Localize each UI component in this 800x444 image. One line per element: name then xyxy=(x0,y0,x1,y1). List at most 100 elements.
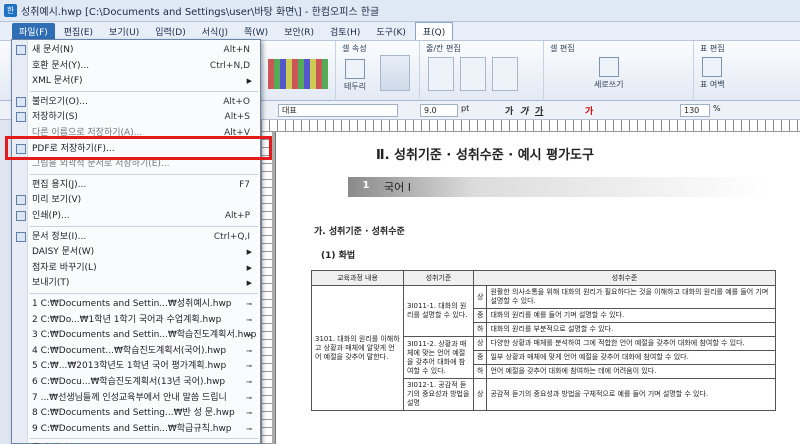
standard-cell: 3I012-1. 공감적 듣기의 중요성과 방법을 설명 xyxy=(403,378,474,411)
vertical-text-icon xyxy=(598,57,619,77)
ribbon-group-row-col: 줄/칸 편집 xyxy=(420,41,544,101)
menu-item-shortcut: Alt+P xyxy=(224,211,250,221)
pin-icon[interactable]: ⊸ xyxy=(246,405,252,421)
menu-item-label: 인쇄(P)... xyxy=(32,211,70,221)
recent-file-item[interactable]: 4 C:₩Document...₩학습진도계획서(국어).hwp ⊸ xyxy=(12,343,260,359)
pin-icon[interactable]: ⊸ xyxy=(246,374,252,390)
font-name-select[interactable]: 대표 xyxy=(278,104,398,117)
level-cell: 상 xyxy=(472,285,488,309)
file-menu-item[interactable]: 저장하기(S) Alt+S xyxy=(12,109,260,125)
insert-col-button[interactable] xyxy=(460,57,486,91)
file-menu-item[interactable]: 호환 문서(Y)... Ctrl+N,D xyxy=(12,58,260,74)
border-icon xyxy=(345,59,366,79)
recent-file-item[interactable]: 6 C:₩Docu...₩학습진도계획서(13년 국어).hwp ⊸ xyxy=(12,374,260,390)
recent-file-item[interactable]: 5 C:₩...₩2013학년도 1학년 국어 평가계획.hwp ⊸ xyxy=(12,358,260,374)
delete-row-button[interactable] xyxy=(492,57,518,91)
vertical-ruler[interactable] xyxy=(262,132,272,444)
recent-file-item[interactable]: 1 C:₩Documents and Settin...₩성취예시.hwp ⊸ xyxy=(12,296,260,312)
menu-separator xyxy=(30,90,258,92)
pin-icon[interactable]: ⊸ xyxy=(246,358,252,374)
submenu-arrow-icon: ▶ xyxy=(246,77,252,86)
ribbon-group-cell-edit: 셀 편집 세로쓰기 xyxy=(544,41,694,101)
pin-icon[interactable]: ⊸ xyxy=(246,296,252,312)
document-page[interactable]: Ⅱ. 성취기준 · 성취수준 · 예시 평가도구 1 국어 Ⅰ 가. 성취기준 … xyxy=(275,132,800,444)
table-margin-icon xyxy=(702,57,723,77)
pin-icon[interactable]: ⊸ xyxy=(246,421,252,437)
file-menu-item[interactable]: 불러오기(O)... Alt+O xyxy=(12,94,260,110)
sub-heading: 가. 성취기준 · 성취수준 xyxy=(314,227,405,237)
save-disk-icon xyxy=(16,112,26,123)
highlight-box xyxy=(5,136,272,160)
recent-file-item[interactable]: 7 ...₩선생님들께 인성교육부에서 안내 말씀 드립니 ⊸ xyxy=(12,390,260,406)
file-menu-item[interactable]: 인쇄(P)... Alt+P xyxy=(12,208,260,224)
menu-8[interactable]: 도구(K) xyxy=(369,23,413,40)
menu-9[interactable]: 표(Q) xyxy=(414,22,454,40)
section-number: 1 xyxy=(362,180,370,191)
file-menu-item[interactable]: 보내기(T) ▶ xyxy=(12,275,260,291)
level-cell: 중 xyxy=(472,308,488,323)
vertical-text-button[interactable]: 세로쓰기 xyxy=(594,57,623,90)
recent-file-item[interactable]: 3 C:₩Documents and Settin...₩학습진도계획서.hwp… xyxy=(12,327,260,343)
insert-row-button[interactable] xyxy=(428,57,454,91)
section-title: 국어 Ⅰ xyxy=(384,181,411,194)
file-menu-item[interactable]: 점자로 바꾸기(L) ▶ xyxy=(12,260,260,276)
level-text-cell: 언어 예절을 갖추어 대화에 참여하는 데에 어려움이 있다. xyxy=(486,364,776,379)
recent-file-item[interactable]: 2 C:₩Do...₩1학년 1학기 국어과 수업계획.hwp ⊸ xyxy=(12,312,260,328)
menu-item-label: 4 C:₩Document...₩학습진도계획서(국어).hwp xyxy=(32,345,227,356)
table-header: 성취수준 xyxy=(473,270,776,286)
zoom-input[interactable]: 130 xyxy=(680,104,710,117)
achievement-table[interactable]: 교육과정 내용 성취기준 성취수준 3101. 대화의 원리를 이해하고 상황과… xyxy=(311,270,776,411)
cell-fill-button[interactable] xyxy=(380,55,410,91)
file-menu-item[interactable]: XML 문서(F) ▶ xyxy=(12,73,260,89)
menu-1[interactable]: 편집(E) xyxy=(57,23,100,40)
border-button[interactable]: 테두리 xyxy=(344,59,366,92)
table-margin-button[interactable]: 표 여백 xyxy=(700,57,725,90)
underline-button[interactable]: 가 xyxy=(535,104,543,117)
menu-5[interactable]: 쪽(W) xyxy=(237,23,275,40)
file-menu-item[interactable]: DAISY 문서(W) ▶ xyxy=(12,244,260,260)
font-size-input[interactable]: 9.0 xyxy=(420,104,458,117)
ribbon-group-table-edit: 표 편집 표 여백 xyxy=(694,41,800,101)
doc-title: Ⅱ. 성취기준 · 성취수준 · 예시 평가도구 xyxy=(376,148,594,163)
file-menu-item[interactable]: 미리 보기(V) xyxy=(12,192,260,208)
font-color-button[interactable]: 가 xyxy=(585,104,593,117)
menu-item-label: 5 C:₩...₩2013학년도 1학년 국어 평가계획.hwp xyxy=(32,361,227,372)
file-menu-item[interactable]: 새 문서(N) Alt+N xyxy=(12,42,260,58)
menu-item-shortcut: Ctrl+Q,I xyxy=(213,231,250,242)
menu-item-shortcut: Alt+O xyxy=(223,96,250,107)
menu-item-label: 불러오기(O)... xyxy=(32,96,88,107)
menu-7[interactable]: 검토(H) xyxy=(323,23,367,40)
bold-button[interactable]: 가 xyxy=(505,104,513,117)
recent-file-item[interactable]: 8 C:₩Documents and Setting...₩반 성 문.hwp ⊸ xyxy=(12,405,260,421)
menu-item-label: DAISY 문서(W) xyxy=(32,247,95,258)
menu-item-label: 편집 용지(J)... xyxy=(32,179,87,190)
italic-button[interactable]: 가 xyxy=(520,104,528,117)
submenu-arrow-icon: ▶ xyxy=(246,279,252,288)
horizontal-ruler[interactable] xyxy=(262,120,800,132)
file-menu-item[interactable]: 편집 용지(J)... F7 xyxy=(12,177,260,193)
preview-icon xyxy=(16,195,26,206)
table-style-gallery[interactable] xyxy=(268,59,328,89)
menu-2[interactable]: 보기(U) xyxy=(102,23,146,40)
level-cell: 상 xyxy=(472,378,488,411)
recent-file-item[interactable]: 9 C:₩Documents and Settin...₩학급규칙.hwp ⊸ xyxy=(12,421,260,437)
menu-4[interactable]: 서식(J) xyxy=(195,23,235,40)
file-menu-item[interactable]: 문서 정보(I)... Ctrl+Q,I xyxy=(12,229,260,245)
menu-0[interactable]: 파일(F) xyxy=(12,22,55,40)
pin-icon[interactable]: ⊸ xyxy=(246,343,252,359)
menu-item-label: 보내기(T) xyxy=(32,278,70,289)
ribbon-group-cell-props: 셀 속성 테두리 xyxy=(336,41,420,101)
menu-item-label: 점자로 바꾸기(L) xyxy=(32,262,97,273)
submenu-arrow-icon: ▶ xyxy=(246,263,252,272)
menu-separator xyxy=(30,225,258,227)
menu-3[interactable]: 입력(D) xyxy=(148,23,193,40)
menu-6[interactable]: 보안(R) xyxy=(277,23,321,40)
pin-icon[interactable]: ⊸ xyxy=(246,390,252,406)
pin-icon[interactable]: ⊸ xyxy=(246,312,252,328)
level-cell: 중 xyxy=(472,350,488,365)
window-title: 성취예시.hwp [C:\Documents and Settings\user… xyxy=(21,7,380,18)
print-icon xyxy=(16,211,26,221)
menu-item-label: 2 C:₩Do...₩1학년 1학기 국어과 수업계획.hwp xyxy=(32,314,222,325)
table-row: 3101. 대화의 원리를 이해하고 상황과 매체에 알맞게 언어 예절을 갖추… xyxy=(311,285,776,411)
pin-icon[interactable]: ⊸ xyxy=(246,327,252,343)
